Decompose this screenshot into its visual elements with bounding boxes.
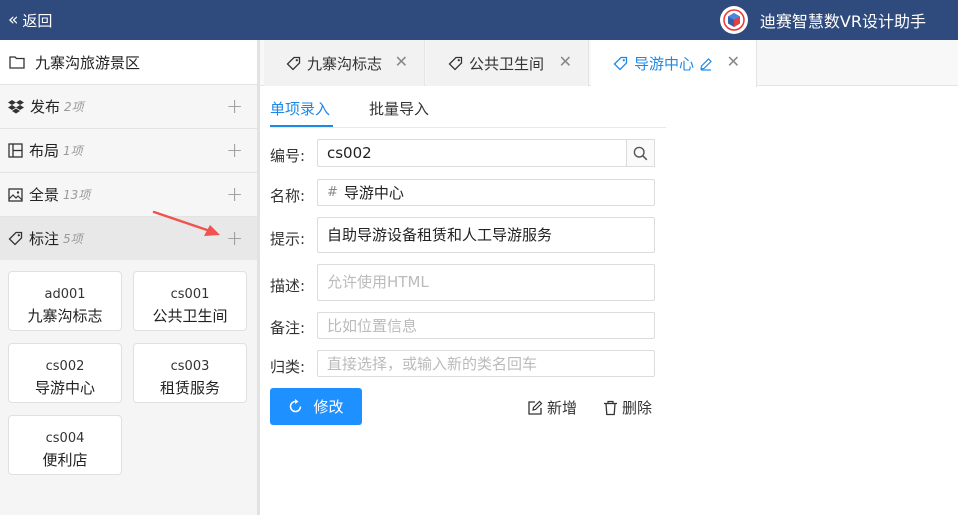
tag-icon (286, 56, 301, 70)
note-label: 备注: (270, 319, 306, 337)
annotation-card[interactable]: cs003 租赁服务 (133, 343, 247, 403)
section-count: 13项 (63, 188, 91, 202)
layout-icon (8, 143, 23, 158)
edit-pencil-icon[interactable] (699, 57, 713, 71)
tag-icon (613, 56, 628, 71)
tag-icon (448, 56, 463, 70)
app-brand: 迪赛智慧数VR设计助手 (719, 0, 926, 40)
sidebar-section-layout[interactable]: 布局 1项 + (0, 128, 257, 172)
sidebar-section-publish[interactable]: 发布 2项 + (0, 84, 257, 128)
sidebar-divider[interactable] (257, 40, 260, 515)
id-value: cs002 (327, 144, 372, 162)
category-placeholder: 直接选择，或输入新的类名回车 (327, 355, 538, 373)
add-button[interactable]: 新增 (527, 397, 577, 418)
search-icon (633, 146, 648, 160)
card-code: cs003 (170, 359, 210, 374)
folder-icon (9, 56, 25, 69)
card-name: 便利店 (42, 451, 88, 469)
annotation-card[interactable]: cs002 导游中心 (8, 343, 122, 403)
description-placeholder: 允许使用HTML (327, 273, 429, 291)
tab-label: 九寨沟标志 (307, 54, 383, 73)
tip-value: 自助导游设备租赁和人工导游服务 (327, 226, 553, 244)
add-panorama-button[interactable]: + (226, 184, 243, 204)
category-field[interactable]: 直接选择，或输入新的类名回车 (317, 350, 655, 377)
card-code: cs002 (45, 359, 85, 374)
category-label: 归类: (270, 358, 306, 376)
section-count: 1项 (63, 144, 83, 158)
card-name: 九寨沟标志 (27, 307, 103, 325)
name-value: 导游中心 (343, 184, 404, 202)
tab-public-toilet[interactable]: 公共卫生间 ✕ (426, 40, 589, 86)
add-publish-button[interactable]: + (226, 96, 243, 116)
id-label: 编号: (270, 147, 306, 165)
add-label: 新增 (547, 399, 578, 417)
hash-icon: # (327, 185, 338, 200)
tab-label: 公共卫生间 (469, 54, 545, 73)
annotation-card-list: ad001 九寨沟标志 cs001 公共卫生间 cs002 导游中心 cs003… (0, 260, 257, 475)
tab-tour-guide-center[interactable]: 导游中心 ✕ (591, 40, 757, 87)
close-icon[interactable]: ✕ (727, 54, 740, 70)
double-chevron-left-icon: « (8, 9, 19, 30)
edit-icon (528, 400, 543, 415)
note-placeholder: 比如位置信息 (327, 317, 418, 335)
red-arrow-icon (152, 210, 220, 236)
image-icon (8, 187, 23, 202)
section-name: 发布 (30, 98, 61, 116)
tip-label: 提示: (270, 230, 306, 248)
modify-button[interactable]: 修改 (270, 388, 362, 425)
sidebar: 九寨沟旅游景区 发布 2项 + 布局 1项 + 全景 13项 + 标注 5项 +… (0, 40, 257, 515)
close-icon[interactable]: ✕ (559, 54, 572, 70)
card-name: 租赁服务 (159, 379, 220, 397)
tab-label: 导游中心 (634, 55, 695, 73)
card-code: ad001 (44, 287, 86, 302)
subtab-batch-import[interactable]: 批量导入 (369, 98, 429, 119)
back-button[interactable]: « 返回 (8, 0, 52, 40)
name-label: 名称: (270, 187, 306, 205)
description-label: 描述: (270, 277, 306, 295)
delete-label: 删除 (622, 399, 653, 417)
top-bar: « 返回 迪赛智慧数VR设计助手 (0, 0, 958, 40)
tag-icon (8, 231, 23, 246)
annotation-card[interactable]: cs001 公共卫生间 (133, 271, 247, 331)
name-field[interactable]: # 导游中心 (317, 179, 655, 206)
project-row[interactable]: 九寨沟旅游景区 (0, 40, 257, 84)
trash-icon (604, 400, 617, 415)
dropbox-icon (8, 100, 24, 114)
section-count: 2项 (64, 100, 84, 114)
annotation-card[interactable]: cs004 便利店 (8, 415, 122, 475)
section-name: 标注 (29, 230, 60, 248)
id-field[interactable]: cs002 (317, 139, 627, 167)
section-name: 全景 (29, 186, 60, 204)
tab-bar: 九寨沟标志 ✕ 公共卫生间 ✕ 导游中心 ✕ (260, 40, 958, 87)
annotation-card[interactable]: ad001 九寨沟标志 (8, 271, 122, 331)
description-field[interactable]: 允许使用HTML (317, 264, 655, 301)
tab-jiuzhaigou-sign[interactable]: 九寨沟标志 ✕ (264, 40, 425, 86)
add-layout-button[interactable]: + (226, 140, 243, 160)
note-field[interactable]: 比如位置信息 (317, 312, 655, 339)
subtab-single-entry[interactable]: 单项录入 (270, 98, 330, 119)
card-name: 导游中心 (34, 379, 95, 397)
app-logo-icon (719, 6, 748, 34)
section-name: 布局 (29, 142, 60, 160)
refresh-icon (288, 399, 303, 414)
delete-button[interactable]: 删除 (603, 397, 652, 418)
back-label: 返回 (22, 11, 53, 30)
app-title: 迪赛智慧数VR设计助手 (759, 12, 926, 31)
section-count: 5项 (63, 232, 83, 246)
search-button[interactable] (626, 139, 655, 167)
entry-mode-tabs: 单项录入 批量导入 (270, 86, 666, 128)
active-subtab-indicator (270, 125, 333, 127)
card-code: cs001 (170, 287, 210, 302)
card-code: cs004 (45, 431, 85, 446)
close-icon[interactable]: ✕ (395, 54, 408, 70)
modify-label: 修改 (313, 398, 344, 416)
project-name: 九寨沟旅游景区 (35, 53, 141, 72)
card-name: 公共卫生间 (152, 307, 228, 325)
tip-field[interactable]: 自助导游设备租赁和人工导游服务 (317, 217, 655, 253)
